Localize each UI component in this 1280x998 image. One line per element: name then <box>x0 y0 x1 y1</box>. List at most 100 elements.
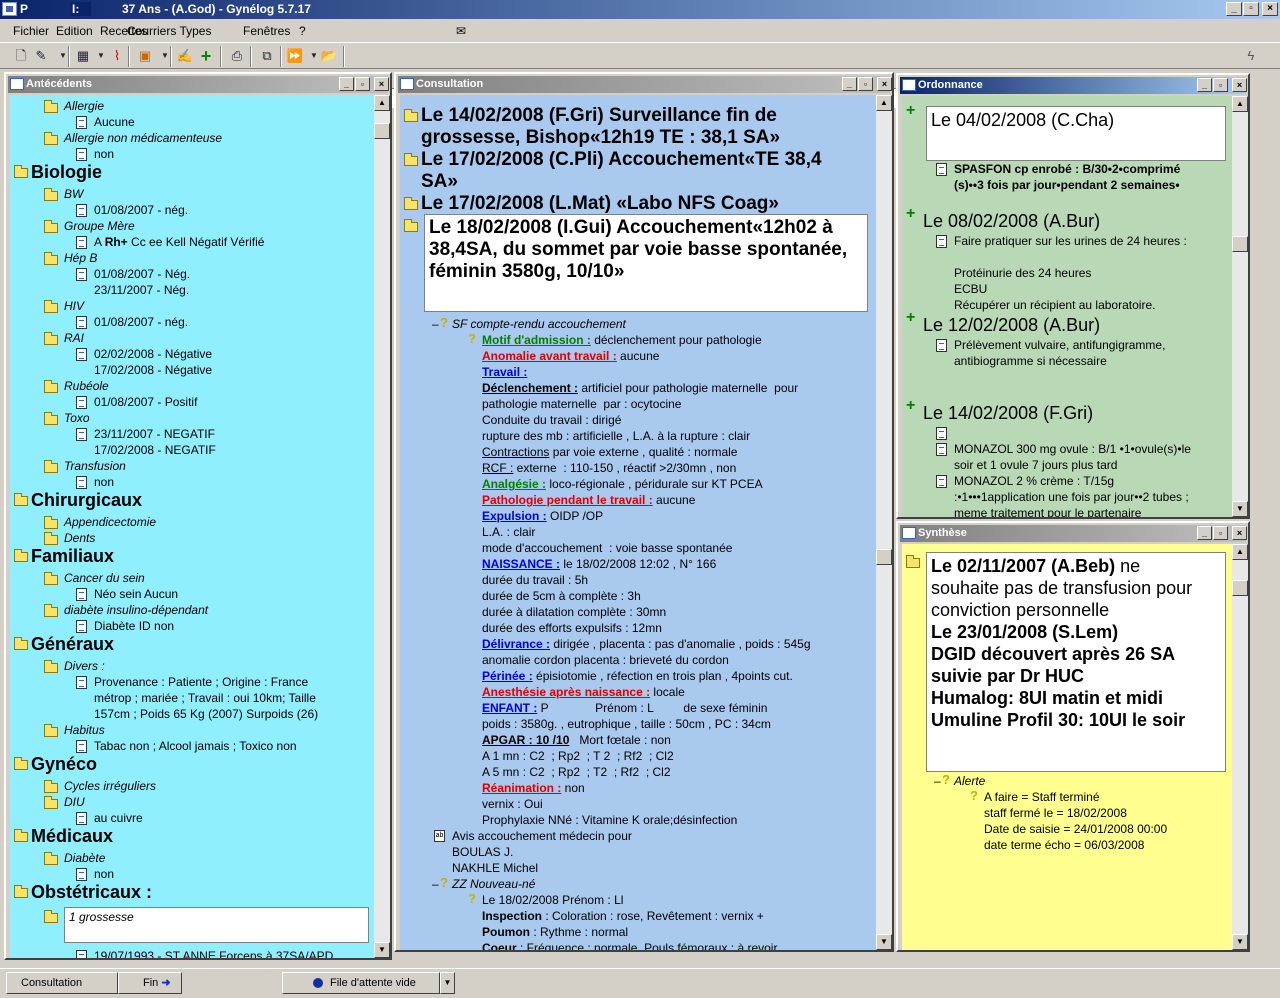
new-document-icon[interactable]: 🗋 <box>12 47 30 65</box>
edit-icon[interactable]: ✎ <box>32 47 50 65</box>
panel-close-button[interactable]: × <box>1232 78 1247 92</box>
category-label[interactable]: Diabète <box>64 851 105 865</box>
entry-text[interactable]: 23/11/2007 - NEGATIF <box>94 427 215 441</box>
section-heading[interactable]: Obstétricaux : <box>31 882 152 903</box>
category-label[interactable]: Cycles irréguliers <box>64 779 156 793</box>
synthese-content[interactable]: Le 02/11/2007 (A.Beb) ne souhaite pas de … <box>902 544 1232 950</box>
prescription-date[interactable]: Le 12/02/2008 (A.Bur) <box>923 315 1100 336</box>
minimize-button[interactable]: _ <box>1226 2 1242 16</box>
consultation-header[interactable]: Le 17/02/2008 (L.Mat) «Labo NFS Coag» <box>421 193 779 215</box>
panel-maximize-button[interactable]: ▫ <box>355 77 370 91</box>
category-label[interactable]: BW <box>64 187 83 201</box>
panel-minimize-button[interactable]: _ <box>1197 78 1212 92</box>
category-label[interactable]: Transfusion <box>64 459 126 473</box>
category-label[interactable]: Groupe Mère <box>64 219 135 233</box>
expand-toggle[interactable]: – <box>432 877 439 891</box>
entry-text[interactable]: Provenance : Patiente ; Origine : France <box>94 675 308 689</box>
entry-text[interactable]: 01/08/2007 - nég. <box>94 203 188 217</box>
scroll-down-arrow-icon[interactable]: ▼ <box>1232 501 1248 517</box>
preview-icon[interactable]: ⧉ <box>258 47 276 65</box>
expand-toggle[interactable]: – <box>432 317 439 331</box>
section-heading[interactable]: Médicaux <box>31 826 113 847</box>
expand-toggle[interactable]: – <box>934 774 941 788</box>
category-label[interactable]: Divers : <box>64 659 105 673</box>
scroll-thumb[interactable] <box>1232 236 1248 252</box>
menu-fichier[interactable]: Fichier <box>13 24 49 38</box>
entry-text[interactable]: au cuivre <box>94 811 143 825</box>
queue-dropdown-button[interactable]: ▼ <box>440 972 455 994</box>
panel-minimize-button[interactable]: _ <box>1197 526 1212 540</box>
fin-button[interactable]: Fin ➜ <box>118 972 182 994</box>
chart-icon[interactable]: ⌇ <box>108 47 126 65</box>
scroll-up-arrow-icon[interactable]: ▲ <box>1232 544 1248 560</box>
antecedents-tree[interactable]: Allergie Aucune Allergie non médicamenteus… <box>10 95 374 958</box>
ordonnance-scrollbar[interactable]: ▲ ▼ <box>1232 96 1248 517</box>
panel-maximize-button[interactable]: ▫ <box>1213 526 1228 540</box>
prescription-date[interactable]: Le 14/02/2008 (F.Gri) <box>923 403 1093 424</box>
section-heading[interactable]: Chirurgicaux <box>31 490 142 511</box>
panel-close-button[interactable]: × <box>374 77 389 91</box>
add-prescription-icon[interactable]: + <box>906 397 915 415</box>
consultation-scrollbar[interactable]: ▲ ▼ <box>876 95 892 950</box>
queue-status[interactable]: File d'attente vide <box>282 972 440 994</box>
panel-maximize-button[interactable]: ▫ <box>1213 78 1228 92</box>
consultation-header[interactable]: Le 17/02/2008 (C.Pli) Accouchement«TE 38… <box>421 149 822 171</box>
image-icon[interactable]: ▣ <box>136 47 154 65</box>
category-label[interactable]: DIU <box>64 795 85 809</box>
panel-close-button[interactable]: × <box>1232 526 1247 540</box>
entry-text[interactable]: Tabac non ; Alcool jamais ; Toxico non <box>94 739 297 753</box>
sf-title[interactable]: SF compte-rendu accouchement <box>452 317 626 331</box>
category-label[interactable]: diabète insulino-dépendant <box>64 603 208 617</box>
category-label[interactable]: Allergie non médicamenteuse <box>64 131 222 145</box>
scroll-up-arrow-icon[interactable]: ▲ <box>374 95 390 111</box>
category-label[interactable]: RAI <box>64 331 84 345</box>
section-heading[interactable]: Généraux <box>31 634 114 655</box>
category-label[interactable]: Cancer du sein <box>64 571 145 585</box>
menu-fenetres[interactable]: Fenêtres <box>243 24 290 38</box>
entry-text[interactable]: non <box>94 147 114 161</box>
section-heading[interactable]: Biologie <box>31 162 102 183</box>
entry-text[interactable]: 02/02/2008 - Négative <box>94 347 212 361</box>
zz-title[interactable]: ZZ Nouveau-né <box>452 877 535 891</box>
add-prescription-icon[interactable]: + <box>906 309 915 327</box>
open-folder-icon[interactable]: 📂 <box>320 47 338 65</box>
section-heading[interactable]: Gynéco <box>31 754 97 775</box>
menu-courriers-types[interactable]: Courriers Types <box>127 24 211 38</box>
lightning-icon[interactable]: ϟ <box>1242 47 1260 65</box>
alerte-title[interactable]: Alerte <box>954 774 985 788</box>
scroll-down-arrow-icon[interactable]: ▼ <box>876 934 892 950</box>
menu-help[interactable]: ? <box>299 24 306 38</box>
scroll-down-arrow-icon[interactable]: ▼ <box>374 942 390 958</box>
category-label[interactable]: Rubéole <box>64 379 109 393</box>
write-icon[interactable]: ✍ <box>176 47 194 65</box>
category-label[interactable]: Hép B <box>64 251 97 265</box>
entry-text[interactable]: Aucune <box>94 115 135 129</box>
consultation-content[interactable]: Le 14/02/2008 (F.Gri) Surveillance fin d… <box>400 95 876 950</box>
panel-close-button[interactable]: × <box>877 77 892 91</box>
consultation-header[interactable]: SA» <box>421 171 458 193</box>
scroll-up-arrow-icon[interactable]: ▲ <box>1232 96 1248 112</box>
entry-text[interactable]: 19/07/1993 - ST ANNE Forceps à 37SA/APD <box>94 949 333 958</box>
avis-line[interactable]: Avis accouchement médecin pour <box>452 829 632 843</box>
consultation-status-button[interactable]: Consultation <box>6 972 118 994</box>
maximize-button[interactable]: ▫ <box>1243 2 1259 16</box>
print-icon[interactable]: ⎙ <box>228 47 246 65</box>
scroll-down-arrow-icon[interactable]: ▼ <box>1232 934 1248 950</box>
antecedents-scrollbar[interactable]: ▲ ▼ <box>374 95 390 958</box>
entry-text[interactable]: non <box>94 867 114 881</box>
prescription-line[interactable]: SPASFON cp enrobé : B/30•2•comprimé <box>954 162 1180 176</box>
entry-text[interactable]: 01/08/2007 - Positif <box>94 395 197 409</box>
scroll-up-arrow-icon[interactable]: ▲ <box>876 95 892 111</box>
category-label[interactable]: Dents <box>64 531 95 545</box>
ordonnance-content[interactable]: + Le 04/02/2008 (C.Cha) SPASFON cp enrobé … <box>902 96 1232 517</box>
add-icon[interactable]: + <box>197 47 215 65</box>
panel-maximize-button[interactable]: ▫ <box>858 77 873 91</box>
entry-text[interactable]: 01/08/2007 - Nég. <box>94 267 190 281</box>
close-button[interactable]: × <box>1262 2 1278 16</box>
add-prescription-icon[interactable]: + <box>906 205 915 223</box>
calculator-icon[interactable]: ▦ <box>74 47 92 65</box>
fast-forward-icon[interactable]: ⏩ <box>286 47 304 65</box>
entry-text[interactable]: A Rh+ Cc ee Kell Négatif Vérifié <box>94 235 264 249</box>
category-label[interactable]: Toxo <box>64 411 90 425</box>
menu-edition[interactable]: Edition <box>56 24 93 38</box>
